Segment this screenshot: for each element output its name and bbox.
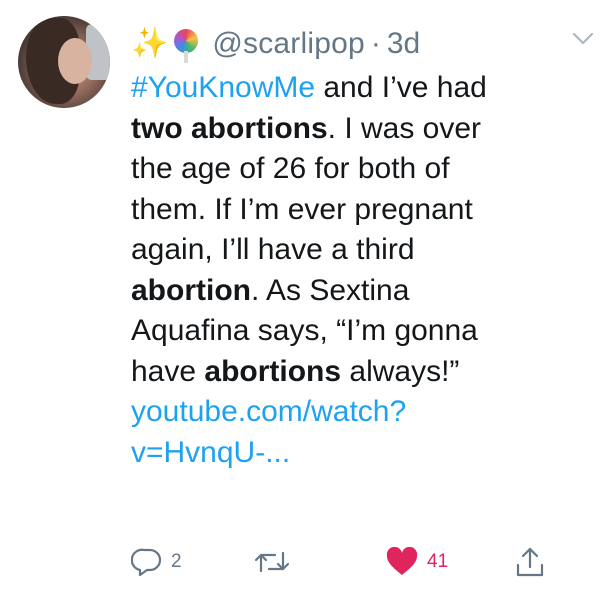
reply-button[interactable]: 2 [131, 544, 182, 580]
text-line-4: them. If I’m ever pregnant [131, 192, 473, 226]
sparkles-emoji: ✨ [131, 27, 169, 60]
tweet-timestamp[interactable]: 3d [387, 27, 420, 61]
url-link-line-1[interactable]: youtube.com/watch? [131, 392, 601, 433]
text-segment: . As Sextina [251, 273, 410, 307]
tweet-text: #YouKnowMe and I’ve had two abortions. I… [131, 68, 601, 473]
text-segment: . I was over [327, 111, 482, 145]
avatar[interactable] [18, 16, 110, 108]
text-line-5: again, I’ll have a third [131, 233, 415, 266]
like-count: 41 [427, 551, 449, 572]
bold-text: abortions [204, 354, 342, 388]
retweet-button[interactable] [253, 544, 299, 580]
tweet[interactable]: ✨ @scarlipop · 3d #YouKnowMe and I’ve ha… [0, 0, 610, 589]
reply-count: 2 [171, 551, 182, 572]
retweet-icon [254, 551, 290, 573]
bold-text: abortion [131, 273, 251, 307]
text-segment: have [131, 354, 205, 388]
text-line-6: abortion. As Sextina [131, 271, 601, 312]
lollipop-emoji-icon [172, 27, 200, 63]
url-link-line-2[interactable]: v=HvnqU-... [131, 433, 601, 474]
text-line-3: the age of 26 for both of [131, 152, 450, 185]
text-line-8: have abortions always!” [131, 352, 601, 393]
like-button[interactable]: 41 [385, 544, 448, 580]
share-button[interactable] [513, 544, 547, 580]
tweet-header: ✨ @scarlipop · 3d [131, 24, 420, 64]
tweet-actions: 2 41 [131, 544, 571, 580]
heart-icon [386, 547, 418, 575]
chevron-down-icon[interactable] [572, 32, 594, 46]
text-line-2: two abortions. I was over [131, 109, 601, 150]
share-icon [516, 547, 544, 577]
separator-dot: · [370, 27, 381, 60]
text-line-1: #YouKnowMe and I’ve had [131, 68, 601, 109]
user-handle[interactable]: @scarlipop [212, 27, 365, 61]
text-segment: and I’ve had [315, 71, 487, 104]
text-segment: always!” [341, 354, 460, 388]
hashtag-link[interactable]: #YouKnowMe [131, 71, 315, 104]
bold-text: two abortions [131, 111, 328, 145]
avatar-face [58, 38, 92, 84]
text-line-7: Aquafina says, “I’m gonna [131, 314, 478, 347]
reply-icon [131, 548, 162, 577]
